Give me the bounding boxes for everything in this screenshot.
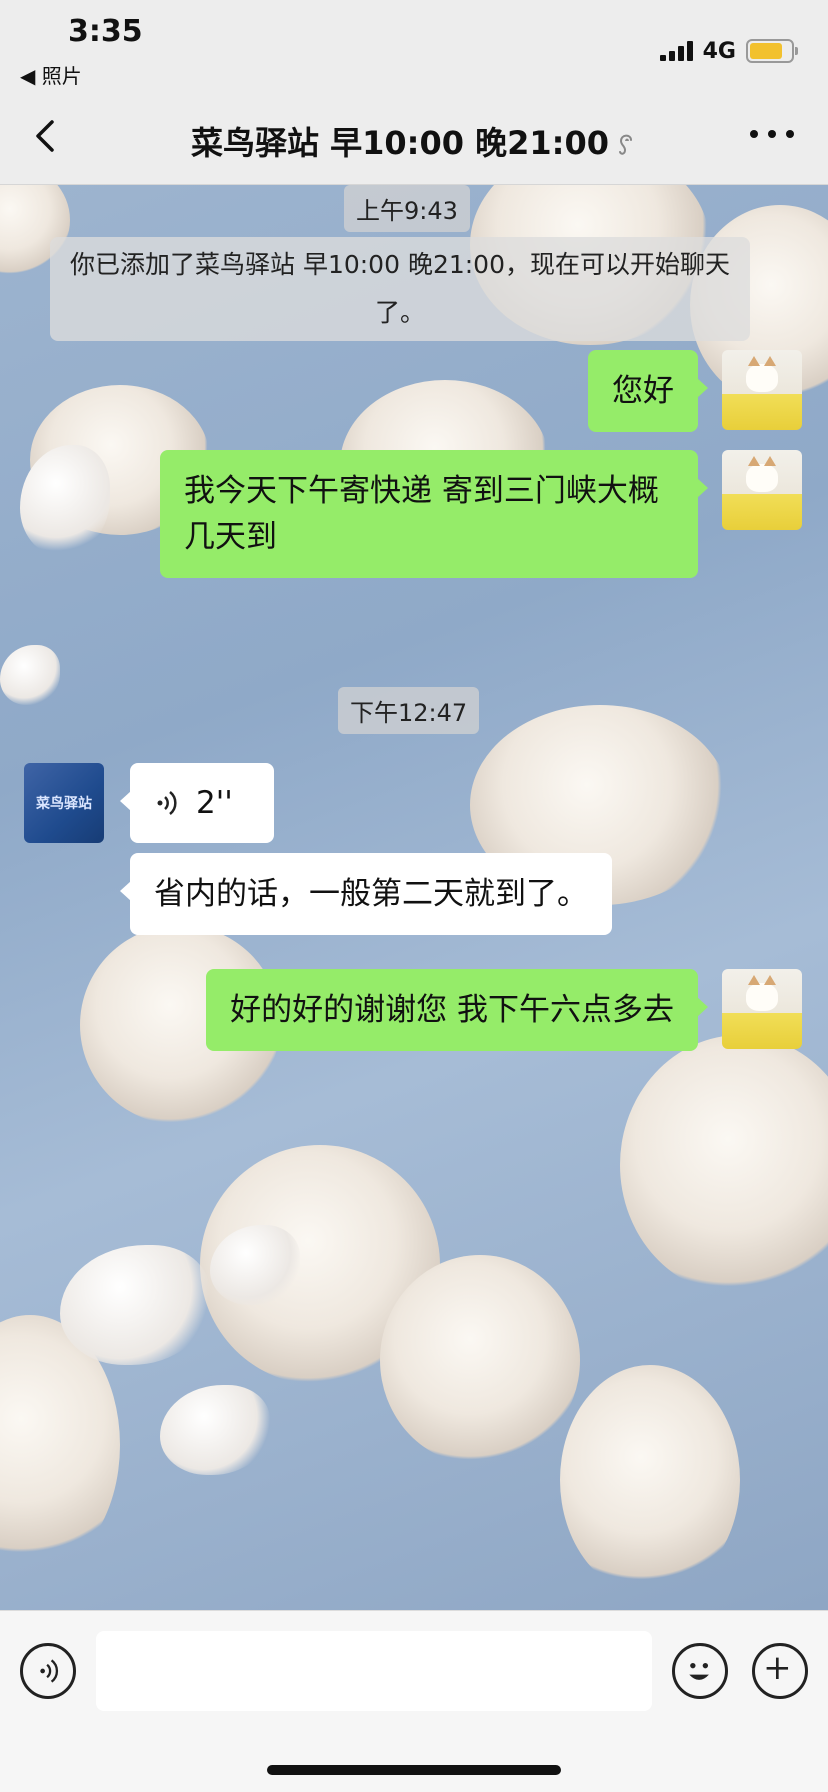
background-rose [620, 1035, 828, 1295]
message-bubble-sent[interactable]: 我今天下午寄快递 寄到三门峡大概几天到 [160, 450, 708, 578]
battery-icon [746, 39, 798, 63]
emoji-icon[interactable] [672, 1643, 728, 1699]
input-bar [0, 1610, 828, 1792]
message-bubble-sent[interactable]: 好的好的谢谢您 我下午六点多去 [206, 969, 708, 1051]
background-rose [380, 1255, 580, 1465]
back-to-app-link[interactable]: ◀ 照片 [20, 60, 82, 89]
status-bar: 3:35 ◀ 照片 4G [0, 0, 828, 90]
nav-bar: 菜鸟驿站 早10:00 晚21:00 [0, 90, 828, 185]
message-bubble-sent[interactable]: 您好 [588, 350, 708, 432]
plus-icon[interactable] [752, 1643, 808, 1699]
chat-area[interactable]: 上午9:43 你已添加了菜鸟驿站 早10:00 晚21:00，现在可以开始聊天了… [0, 185, 828, 1610]
message-input[interactable] [96, 1631, 652, 1711]
signal-icon [659, 41, 693, 61]
timestamp: 上午9:43 [344, 185, 470, 232]
message-bubble-received[interactable]: 省内的话，一般第二天就到了。 [120, 853, 612, 935]
status-time: 3:35 [68, 14, 143, 49]
ear-icon [619, 134, 632, 155]
my-avatar[interactable] [722, 350, 802, 430]
voice-input-button[interactable] [20, 1643, 76, 1699]
background-petal [60, 1245, 210, 1365]
chevron-left-icon[interactable] [26, 116, 66, 156]
voice-duration: 2'' [196, 785, 233, 821]
chat-title: 菜鸟驿站 早10:00 晚21:00 [120, 118, 708, 164]
status-indicators: 4G [659, 36, 798, 66]
chat-title-text: 菜鸟驿站 早10:00 晚21:00 [190, 124, 609, 162]
my-avatar[interactable] [722, 450, 802, 530]
background-petal [160, 1385, 270, 1475]
background-petal [0, 645, 60, 705]
voice-message-bubble[interactable]: 2'' [120, 763, 274, 843]
timestamp: 下午12:47 [338, 687, 480, 734]
network-label: 4G [702, 38, 736, 64]
my-avatar[interactable] [722, 969, 802, 1049]
background-rose [560, 1365, 740, 1595]
system-message: 你已添加了菜鸟驿站 早10:00 晚21:00，现在可以开始聊天了。 [50, 237, 750, 341]
voice-wave-icon [157, 791, 177, 815]
home-indicator[interactable] [267, 1765, 561, 1775]
contact-avatar[interactable]: 菜鸟驿站 [24, 763, 104, 843]
more-dots-icon[interactable] [750, 124, 794, 144]
battery-level [750, 43, 782, 59]
